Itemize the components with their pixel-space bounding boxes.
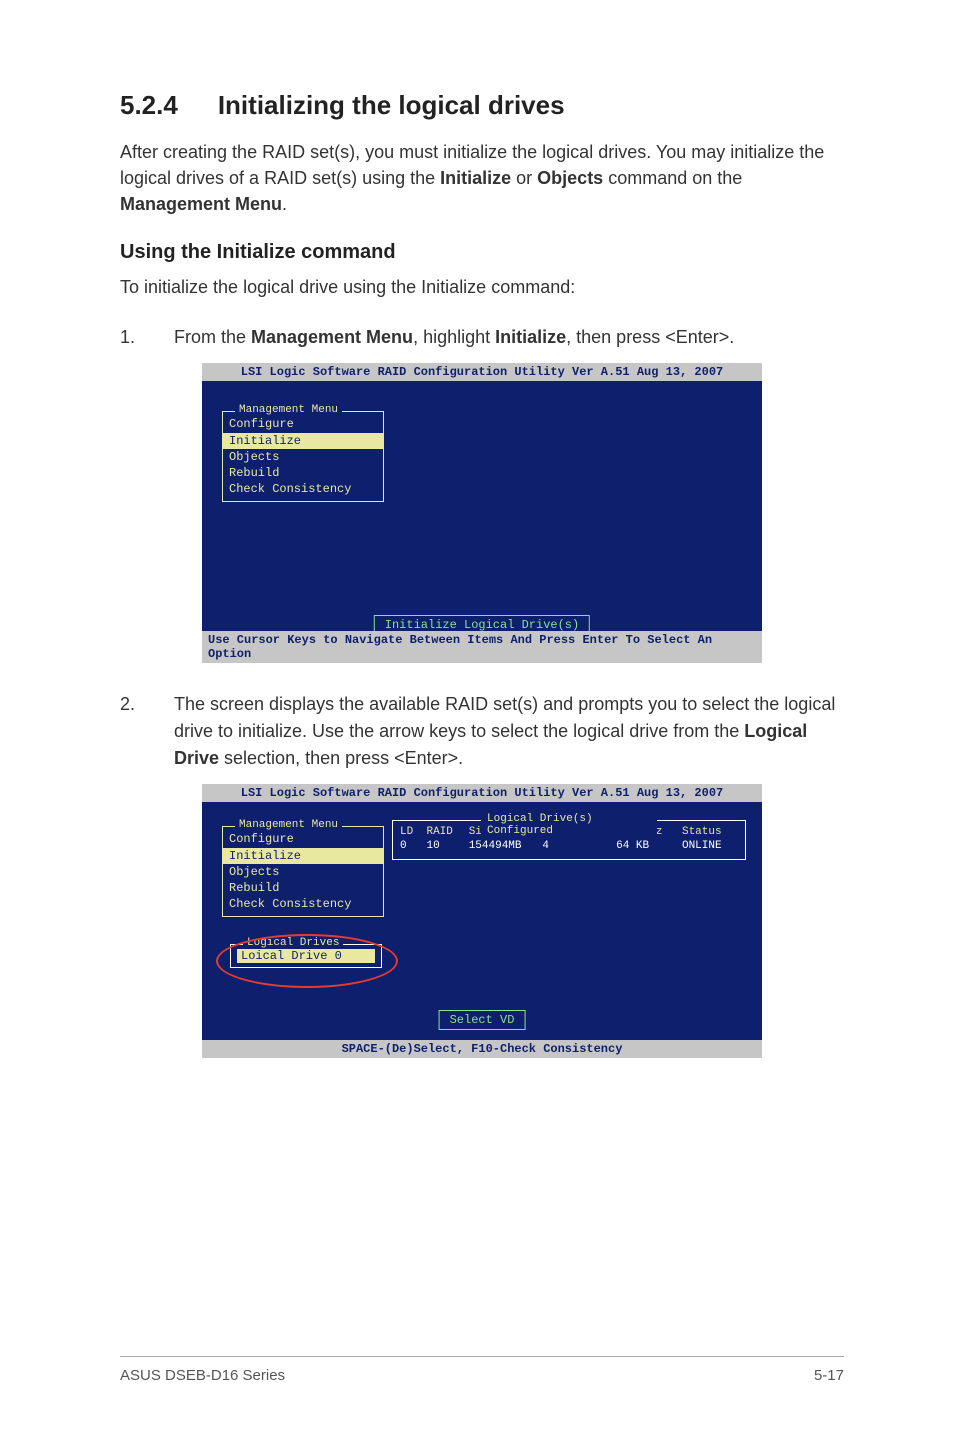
bios-screenshot-1: LSI Logic Software RAID Configuration Ut… — [202, 363, 762, 663]
menu-item-configure[interactable]: Configure — [223, 831, 383, 847]
logical-drives-list: Logical Drives Loical Drive 0 — [230, 944, 382, 968]
action-label: Select VD — [439, 1010, 526, 1030]
col-status: Status — [681, 825, 739, 839]
col-raid: RAID — [425, 825, 467, 839]
sub-intro: To initialize the logical drive using th… — [120, 274, 844, 300]
col-ld: LD — [399, 825, 425, 839]
sub-heading: Using the Initialize command — [120, 241, 844, 264]
menu-item-rebuild[interactable]: Rebuild — [223, 880, 383, 896]
menu-item-initialize[interactable]: Initialize — [223, 848, 383, 864]
menu-item-check-consistency[interactable]: Check Consistency — [223, 481, 383, 497]
step-number: 1. — [120, 324, 138, 351]
bios-header: LSI Logic Software RAID Configuration Ut… — [202, 784, 762, 802]
ld-panel-title: Logical Drive(s) Configured — [481, 813, 657, 837]
cell-stripsz: 64 KB — [615, 839, 681, 853]
intro-bold-initialize: Initialize — [440, 168, 511, 188]
intro-bold-mgmt-menu: Management Menu — [120, 194, 282, 214]
step-text: selection, then press <Enter>. — [219, 748, 463, 768]
menu-item-configure[interactable]: Configure — [223, 416, 383, 432]
management-menu: Management Menu Configure Initialize Obj… — [222, 826, 384, 917]
table-row: 0 10 154494MB 4 64 KB ONLINE — [399, 839, 739, 853]
step-text: , then press <Enter>. — [566, 327, 734, 347]
step-bold: Initialize — [495, 327, 566, 347]
page-footer: ASUS DSEB-D16 Series 5-17 — [120, 1356, 844, 1384]
menu-item-initialize[interactable]: Initialize — [223, 433, 383, 449]
step-text: From the — [174, 327, 251, 347]
footer-right: 5-17 — [814, 1367, 844, 1384]
menu-item-objects[interactable]: Objects — [223, 864, 383, 880]
logical-drive-panel: Logical Drive(s) Configured LD RAID Size… — [392, 820, 746, 860]
step-text: , highlight — [413, 327, 495, 347]
step-bold: Management Menu — [251, 327, 413, 347]
intro-text: or — [511, 168, 537, 188]
cell-status: ONLINE — [681, 839, 739, 853]
menu-title: Management Menu — [235, 819, 342, 831]
cell-size: 154494MB — [468, 839, 542, 853]
intro-text: . — [282, 194, 287, 214]
cell-raid: 10 — [425, 839, 467, 853]
bios-header: LSI Logic Software RAID Configuration Ut… — [202, 363, 762, 381]
bios-footer: Use Cursor Keys to Navigate Between Item… — [202, 631, 762, 663]
cell-stripes: 4 — [541, 839, 615, 853]
section-title: Initializing the logical drives — [218, 90, 565, 121]
intro-bold-objects: Objects — [537, 168, 603, 188]
menu-title: Management Menu — [235, 404, 342, 416]
step-1: 1. From the Management Menu, highlight I… — [120, 324, 844, 351]
logical-drive-item[interactable]: Loical Drive 0 — [237, 949, 375, 963]
intro-paragraph: After creating the RAID set(s), you must… — [120, 139, 844, 217]
menu-item-objects[interactable]: Objects — [223, 449, 383, 465]
menu-item-check-consistency[interactable]: Check Consistency — [223, 896, 383, 912]
logical-drives-title: Logical Drives — [243, 937, 343, 949]
cell-ld: 0 — [399, 839, 425, 853]
footer-left: ASUS DSEB-D16 Series — [120, 1367, 285, 1384]
step-text: The screen displays the available RAID s… — [174, 694, 835, 741]
step-number: 2. — [120, 691, 138, 772]
section-heading: 5.2.4 Initializing the logical drives — [120, 90, 844, 121]
intro-text: command on the — [603, 168, 742, 188]
step-2: 2. The screen displays the available RAI… — [120, 691, 844, 772]
bios-screenshot-2: LSI Logic Software RAID Configuration Ut… — [202, 784, 762, 1058]
management-menu: Management Menu Configure Initialize Obj… — [222, 411, 384, 502]
section-number: 5.2.4 — [120, 90, 178, 121]
menu-item-rebuild[interactable]: Rebuild — [223, 465, 383, 481]
bios-footer: SPACE-(De)Select, F10-Check Consistency — [202, 1040, 762, 1058]
